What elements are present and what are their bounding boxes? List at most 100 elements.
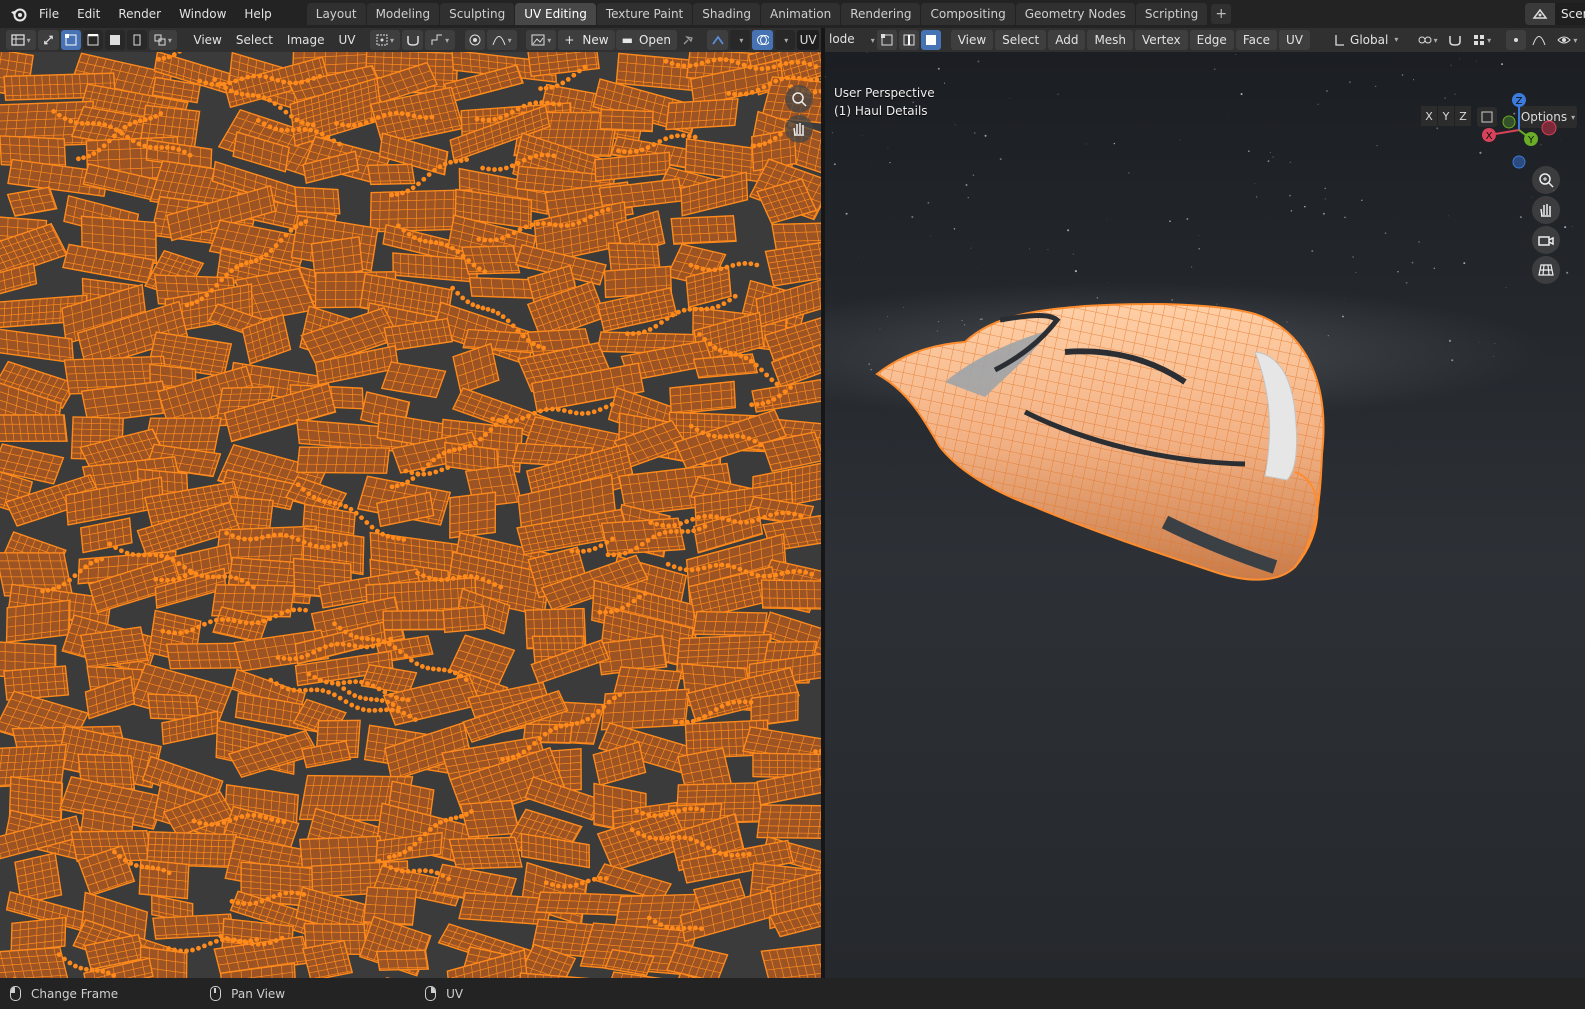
tab-modeling[interactable]: Modeling [366,3,440,25]
uv-island[interactable] [692,610,768,637]
uv-island[interactable] [442,605,486,634]
gizmo-dropdown-icon[interactable]: ▾ [730,30,751,50]
uv-island-group[interactable] [0,52,821,978]
uv-island[interactable] [599,108,654,133]
tab-geometry-nodes[interactable]: Geometry Nodes [1015,3,1135,25]
uv-menu-image[interactable]: Image [280,30,332,50]
uv-island[interactable] [5,599,71,643]
uv-island[interactable] [380,361,447,399]
uv-island[interactable] [449,491,497,539]
add-workspace-button[interactable]: + [1211,4,1232,24]
face-select-icon[interactable] [104,30,125,50]
vp-menu-view[interactable]: View [950,30,994,50]
uv-menu-uv[interactable]: UV [332,30,363,50]
uv-island[interactable] [79,626,149,670]
snap-target-icon[interactable]: ▾ [425,30,456,50]
face-mode-icon[interactable] [921,30,941,50]
uv-island[interactable] [366,163,416,186]
vp-menu-uv[interactable]: UV [1278,30,1310,50]
vp-menu-edge[interactable]: Edge [1189,30,1234,50]
vp-falloff-icon[interactable] [1528,30,1549,50]
uv-island[interactable] [0,326,75,364]
uv-island[interactable] [362,886,418,926]
vp-menu-vertex[interactable]: Vertex [1135,30,1188,50]
uv-zoom-icon[interactable] [785,85,813,113]
tab-scripting[interactable]: Scripting [1135,3,1208,25]
gizmo-toggle-icon[interactable] [707,30,729,50]
vp-menu-select[interactable]: Select [995,30,1047,50]
uv-island[interactable] [670,215,737,245]
tab-shading[interactable]: Shading [693,3,760,25]
overlay-toggle-icon[interactable] [752,30,774,50]
vp-snap-icon[interactable] [1444,30,1465,50]
proportional-edit-icon[interactable] [464,30,485,50]
vp-menu-mesh[interactable]: Mesh [1087,30,1134,50]
uv-menu-select[interactable]: Select [229,30,280,50]
tab-uv-editing[interactable]: UV Editing [515,3,596,25]
uv-island[interactable] [665,98,739,131]
3d-viewport[interactable]: User Perspective (1) Haul Details X Y Z … [825,52,1585,978]
uv-pan-hand-icon[interactable] [785,115,813,143]
scene-selector[interactable]: Scer [1525,3,1585,25]
uv-island[interactable] [79,517,133,554]
uv-island[interactable] [760,939,821,978]
menu-edit[interactable]: Edit [68,3,109,25]
open-image-button[interactable]: ▬ Open [615,30,678,50]
uv-island[interactable] [527,52,600,78]
sticky-selection-icon[interactable]: ▾ [148,30,177,50]
tab-animation[interactable]: Animation [761,3,841,25]
uv-map-label[interactable]: UV [797,30,819,50]
mesh-object[interactable] [825,52,1585,978]
sync-selection-icon[interactable] [37,30,59,50]
uv-island[interactable] [0,414,68,442]
editor-type-icon[interactable]: ▾ [5,30,36,50]
vp-proportional-edit-icon[interactable] [1506,30,1527,50]
visibility-icon[interactable]: ▾ [1552,30,1583,50]
vp-menu-face[interactable]: Face [1235,30,1277,50]
uv-island[interactable] [459,799,521,838]
uv-islands[interactable] [0,52,821,978]
uv-island[interactable] [452,342,500,395]
edge-mode-icon[interactable] [899,30,919,50]
blender-logo-icon[interactable] [8,3,30,25]
menu-render[interactable]: Render [109,3,170,25]
menu-help[interactable]: Help [235,3,280,25]
scene-name[interactable]: Scer [1555,3,1585,25]
orientation-selector[interactable]: Global ▾ [1327,30,1405,50]
uv-island[interactable] [669,380,737,415]
uv-island[interactable] [10,916,67,953]
uv-island[interactable] [600,517,686,556]
pivot-icon[interactable]: ▾ [369,30,401,50]
uv-island[interactable] [0,946,71,978]
scene-icon[interactable] [1525,3,1555,25]
uv-island[interactable] [296,446,391,474]
vp-menu-add[interactable]: Add [1048,30,1086,50]
snap-icon[interactable] [402,30,424,50]
tab-texture-paint[interactable]: Texture Paint [596,3,693,25]
edge-select-icon[interactable] [82,30,103,50]
uv-island[interactable] [665,942,729,978]
vertex-select-icon[interactable] [60,30,81,50]
pin-icon[interactable] [678,30,698,50]
new-image-button[interactable]: + New [558,30,615,50]
uv-island[interactable] [6,186,58,217]
image-browse-icon[interactable]: ▾ [526,30,557,50]
uv-editor-canvas[interactable] [0,52,821,978]
uv-island[interactable] [310,235,364,279]
vertex-mode-icon[interactable] [877,30,897,50]
tab-rendering[interactable]: Rendering [841,3,921,25]
uv-menu-view[interactable]: View [186,30,228,50]
overlay-dropdown-icon[interactable]: ▾ [775,30,796,50]
menu-file[interactable]: File [30,3,68,25]
island-select-icon[interactable] [126,30,147,50]
uv-island[interactable] [760,579,821,611]
falloff-icon[interactable]: ▾ [486,30,517,50]
uv-island[interactable] [375,949,430,971]
menu-window[interactable]: Window [170,3,235,25]
uv-island[interactable] [520,832,591,869]
uv-island[interactable] [294,186,341,215]
tab-compositing[interactable]: Compositing [921,3,1015,25]
uv-island[interactable] [756,804,821,840]
mode-selector[interactable]: lode ▾ [825,29,877,51]
vp-snap-target-icon[interactable]: ▾ [1468,30,1497,50]
